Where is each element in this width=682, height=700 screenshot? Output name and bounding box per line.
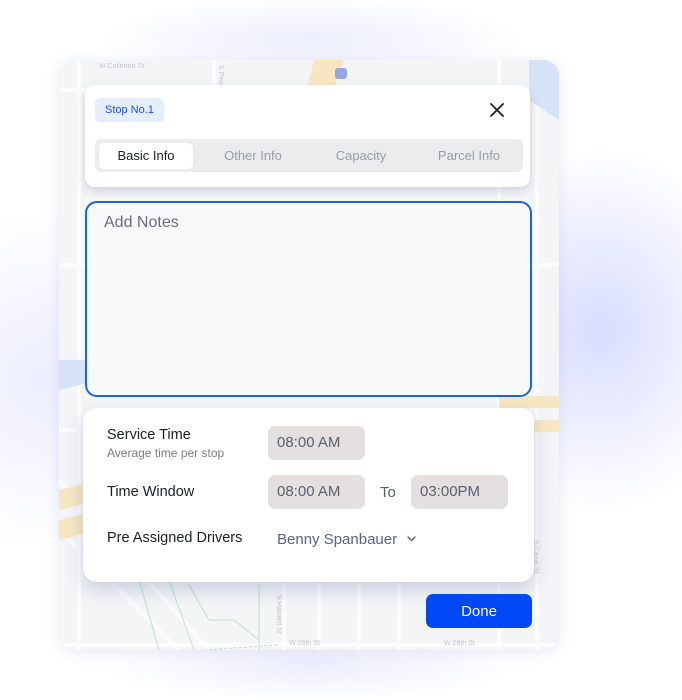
- tab-other-info[interactable]: Other Info: [203, 143, 303, 169]
- time-window-to-label: To: [380, 484, 396, 501]
- stop-details-card: Service Time Average time per stop 08:00…: [83, 408, 534, 582]
- driver-selected-value: Benny Spanbauer: [277, 530, 398, 548]
- service-time-input[interactable]: 08:00 AM: [268, 426, 365, 460]
- service-time-sublabel: Average time per stop: [107, 446, 225, 460]
- drivers-label: Pre Assigned Drivers: [107, 530, 243, 546]
- close-icon: [490, 103, 504, 117]
- time-window-to-input[interactable]: 03:00PM: [411, 475, 508, 509]
- time-window-from-input[interactable]: 08:00 AM: [268, 475, 365, 509]
- driver-select[interactable]: Benny Spanbauer: [277, 529, 416, 549]
- tab-parcel-info[interactable]: Parcel Info: [419, 143, 519, 169]
- close-button[interactable]: [486, 99, 508, 121]
- stop-header-card: Stop No.1 Basic Info Other Info Capacity…: [85, 85, 530, 187]
- time-window-label: Time Window: [107, 484, 195, 500]
- tab-bar: Basic Info Other Info Capacity Parcel In…: [95, 139, 523, 172]
- tab-capacity[interactable]: Capacity: [311, 143, 411, 169]
- chevron-down-icon: [407, 536, 416, 542]
- done-button[interactable]: Done: [426, 594, 532, 628]
- service-time-label: Service Time: [107, 427, 191, 443]
- notes-textarea[interactable]: [85, 201, 532, 397]
- tab-basic-info[interactable]: Basic Info: [99, 142, 193, 169]
- stop-badge: Stop No.1: [95, 98, 164, 122]
